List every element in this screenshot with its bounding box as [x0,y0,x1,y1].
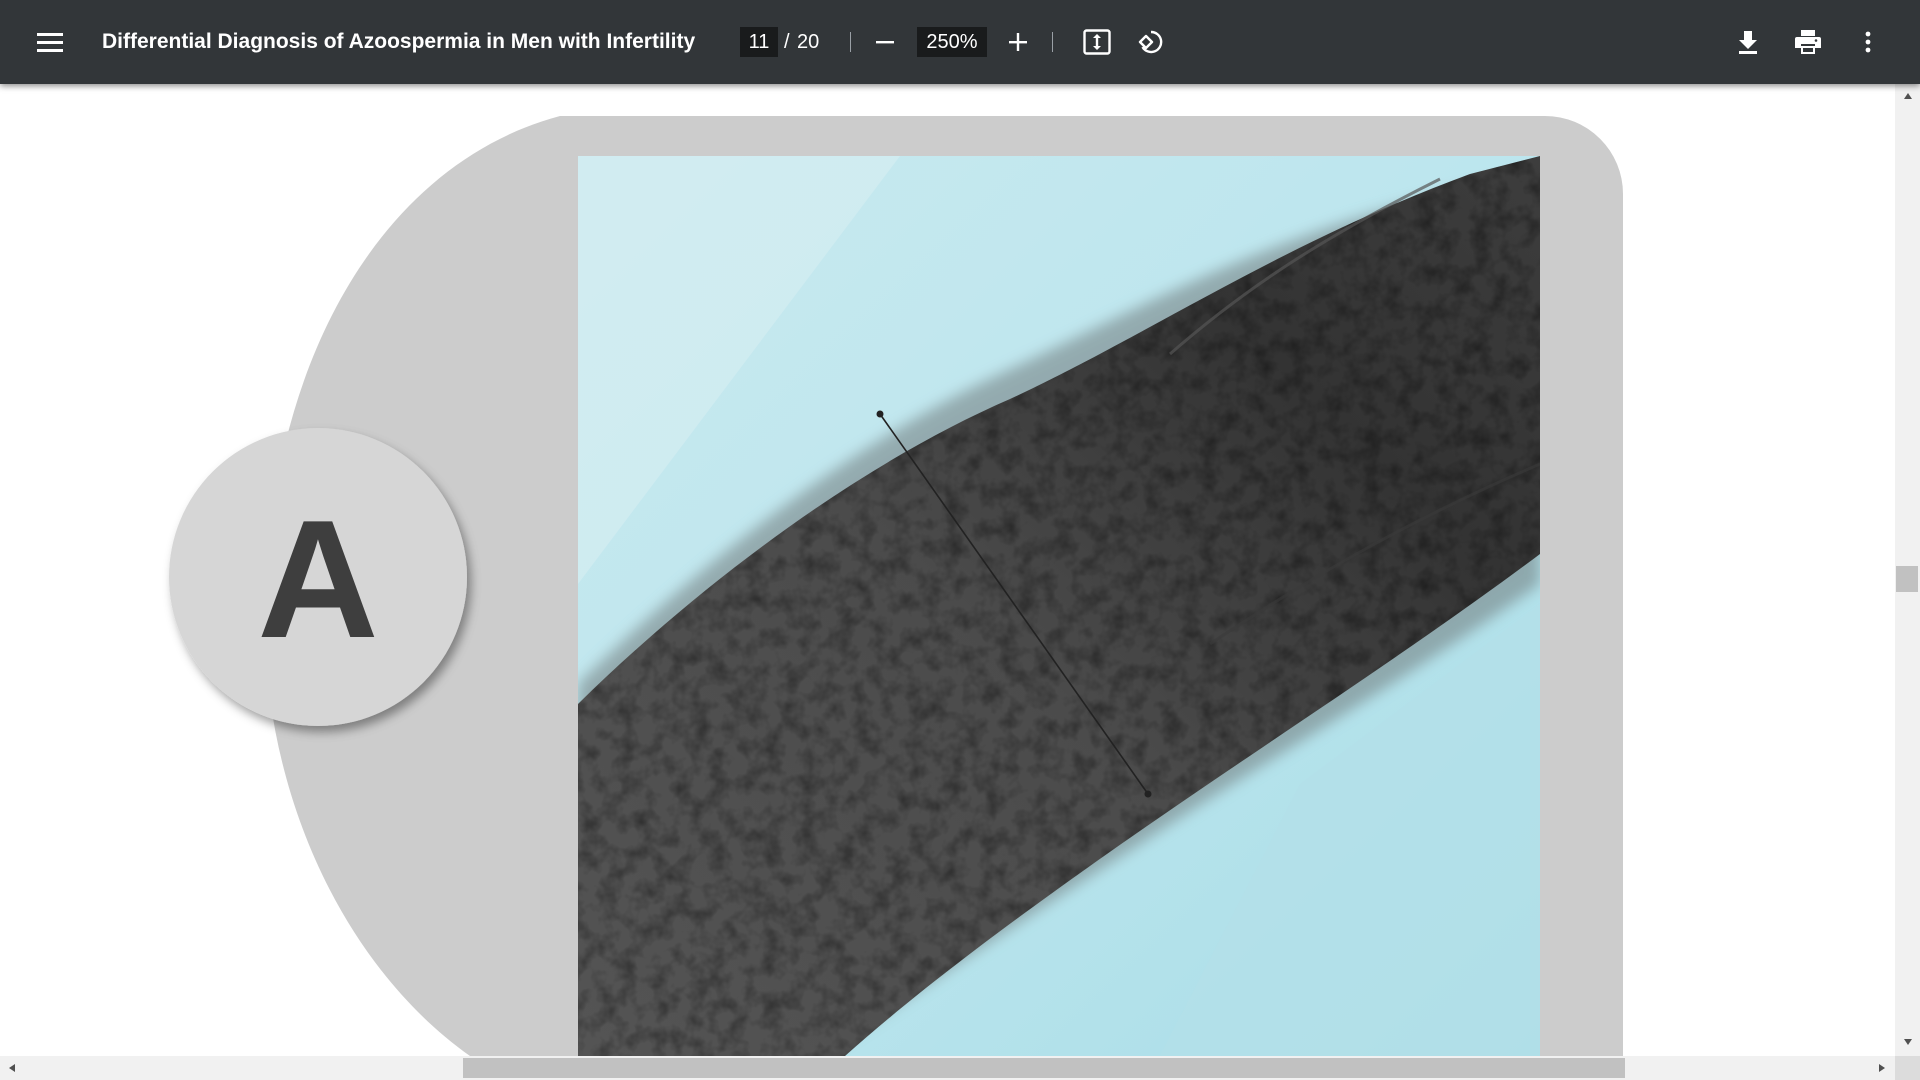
document-title: Differential Diagnosis of Azoospermia in… [102,30,696,53]
triangle-left-icon [9,1064,15,1072]
triangle-down-icon [1903,1039,1912,1045]
zoom-in-button[interactable] [994,18,1042,66]
hamburger-menu-icon [37,33,63,52]
download-icon [1739,31,1757,54]
rotate-counterclockwise-icon [1138,30,1163,54]
scroll-right-arrow[interactable] [1870,1058,1894,1078]
menu-button[interactable] [26,18,74,66]
pdf-viewer[interactable]: A [0,84,1895,1056]
zoom-level-input[interactable] [917,27,987,57]
plus-icon [1009,33,1027,51]
pdf-toolbar: Differential Diagnosis of Azoospermia in… [0,0,1920,84]
print-button[interactable] [1784,18,1832,66]
fit-to-page-button[interactable] [1073,18,1121,66]
triangle-up-icon [1903,93,1912,99]
zoom-out-button[interactable] [861,18,909,66]
more-actions-button[interactable] [1844,18,1892,66]
page-separator: / [784,31,790,53]
toolbar-divider [850,32,851,52]
panel-label-badge: A [169,428,467,726]
pdf-page: A [169,116,1623,1056]
scroll-up-arrow[interactable] [1895,86,1920,106]
page-number-input[interactable] [740,27,778,57]
scrollbar-corner [1895,1056,1920,1080]
total-pages: 20 [797,31,820,53]
toolbar-divider [1052,32,1053,52]
horizontal-scrollbar-thumb[interactable] [463,1058,1625,1078]
download-button[interactable] [1724,18,1772,66]
micrograph-image [578,156,1540,1056]
panel-label-text: A [257,485,378,673]
scroll-left-arrow[interactable] [0,1058,24,1078]
more-vertical-icon [1865,31,1871,53]
minus-icon [876,41,894,44]
fit-page-icon [1083,29,1111,55]
printer-icon [1795,30,1821,54]
scroll-down-arrow[interactable] [1895,1032,1920,1052]
vertical-scrollbar-thumb[interactable] [1896,566,1918,592]
triangle-right-icon [1879,1064,1885,1072]
rotate-button[interactable] [1127,18,1175,66]
